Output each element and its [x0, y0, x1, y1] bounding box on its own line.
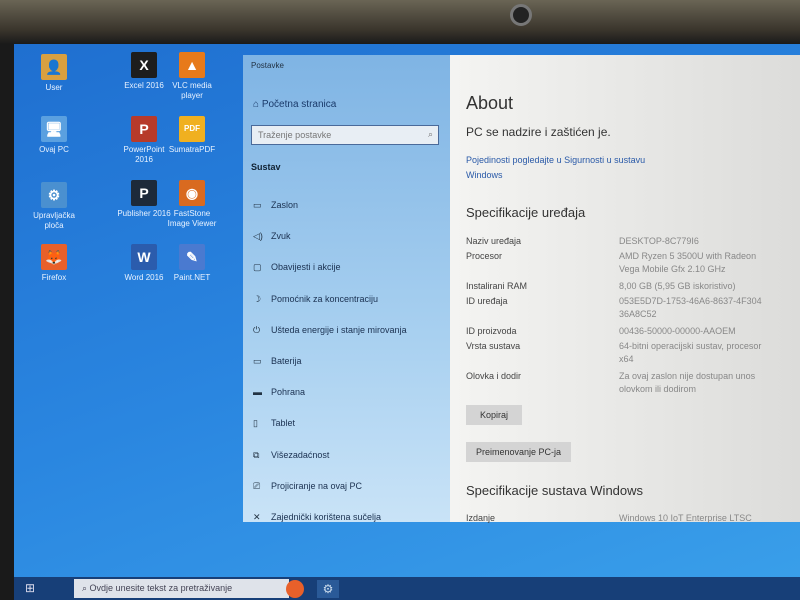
- nav-item[interactable]: ▯ Tablet: [253, 418, 295, 429]
- search-icon: ⌕: [427, 129, 433, 139]
- app-icon: W: [131, 244, 157, 270]
- nav-icon: ☽: [253, 293, 262, 304]
- nav-icon: ⧉: [253, 449, 260, 460]
- nav-item[interactable]: ✕ Zajednički korištena sučelja: [253, 512, 381, 523]
- desktop-icon-label: Ovaj PC: [39, 145, 69, 154]
- desktop-icon[interactable]: 🦊 Firefox: [24, 244, 84, 283]
- desktop-icon-label: Upravljačka ploča: [33, 211, 75, 230]
- settings-search-input[interactable]: Traženje postavke ⌕: [251, 125, 439, 145]
- nav-icon: ▭: [253, 356, 262, 366]
- nav-icon: ▯: [253, 418, 258, 429]
- desktop-icon[interactable]: 🖥 Ovaj PC: [24, 116, 84, 155]
- desktop-icon[interactable]: 👤 User: [24, 54, 84, 93]
- desktop-icon[interactable]: ✎ Paint.NET: [162, 244, 222, 283]
- desktop-icon-label: VLC media player: [172, 81, 212, 100]
- window-title: Postavke: [251, 61, 284, 70]
- app-icon: X: [131, 52, 157, 78]
- home-icon: ⌂: [253, 99, 262, 110]
- section-heading: Sustav: [251, 162, 281, 172]
- app-icon: P: [131, 116, 157, 142]
- nav-icon: ⏻: [253, 324, 261, 335]
- app-icon: 👤: [41, 54, 67, 80]
- nav-item[interactable]: ▢ Obavijesti i akcije: [253, 262, 341, 273]
- app-icon: 🖥: [41, 116, 67, 142]
- nav-item[interactable]: ▭ Zaslon: [253, 200, 298, 211]
- desktop-icon[interactable]: ▲ VLC media player: [162, 52, 222, 101]
- settings-gear-icon[interactable]: ⚙: [317, 580, 339, 598]
- nav-item[interactable]: ⎚ Projiciranje na ovaj PC: [253, 481, 362, 492]
- nav-item[interactable]: ☽ Pomoćnik za koncentraciju: [253, 294, 378, 305]
- desktop-icon-label: FastStone Image Viewer: [167, 209, 217, 228]
- desktop-icon[interactable]: PDF SumatraPDF: [162, 116, 222, 155]
- taskbar: ⊞ ⌕ Ovdje unesite tekst za pretraživanje…: [14, 577, 800, 600]
- nav-item[interactable]: ▬ Pohrana: [253, 387, 305, 397]
- nav-icon: ◁): [253, 231, 263, 242]
- nav-icon: ✕: [253, 512, 261, 522]
- nav-home[interactable]: ⌂ Početna stranica: [253, 99, 336, 110]
- security-link[interactable]: Pojedinosti pogledajte u Sigurnosti u su…: [466, 153, 666, 183]
- taskbar-search-input[interactable]: ⌕ Ovdje unesite tekst za pretraživanje: [74, 579, 289, 598]
- copy-button[interactable]: Kopiraj: [466, 405, 523, 425]
- desktop-icon-label: SumatraPDF: [168, 145, 216, 154]
- app-icon: P: [131, 180, 157, 206]
- page-title: About: [466, 93, 514, 113]
- app-icon: PDF: [179, 116, 205, 142]
- desktop-icon[interactable]: ◉ FastStone Image Viewer: [162, 180, 222, 229]
- app-icon: 🦊: [41, 244, 67, 270]
- security-status: PC se nadzire i zaštićen je.: [466, 125, 611, 139]
- nav-icon: ▢: [253, 262, 262, 273]
- settings-window: Postavke ⌂ Početna stranica Traženje pos…: [243, 55, 800, 523]
- desktop-icon-label: Paint.NET: [173, 273, 211, 282]
- windows-start-icon[interactable]: ⊞: [14, 577, 46, 600]
- desktop-icon[interactable]: ⚙ Upravljačka ploča: [24, 182, 84, 231]
- search-icon: ⌕: [82, 583, 90, 593]
- desktop-icon-label: User: [45, 83, 63, 92]
- nav-icon: ▬: [253, 387, 262, 398]
- webcam: [510, 4, 532, 26]
- desktop-icon-label: Firefox: [41, 273, 67, 282]
- about-pane: About PC se nadzire i zaštićen je. Pojed…: [450, 55, 800, 523]
- nav-item[interactable]: ◁) Zvuk: [253, 231, 291, 242]
- nav-item[interactable]: ▭ Baterija: [253, 356, 302, 367]
- firefox-taskbar-icon[interactable]: [286, 580, 304, 598]
- app-icon: ◉: [179, 180, 205, 206]
- windows-spec-heading: Specifikacije sustava Windows: [466, 483, 644, 498]
- nav-icon: ▭: [253, 200, 262, 210]
- app-icon: ✎: [179, 244, 205, 270]
- app-icon: ⚙: [41, 182, 67, 208]
- nav-icon: ⎚: [253, 480, 261, 491]
- settings-nav-pane: Postavke ⌂ Početna stranica Traženje pos…: [243, 55, 450, 522]
- app-icon: ▲: [179, 52, 205, 78]
- rename-pc-button[interactable]: Preimenovanje PC-ja: [466, 442, 572, 462]
- device-spec-heading: Specifikacije uređaja: [466, 205, 586, 220]
- nav-item[interactable]: ⧉ Višezadaćnost: [253, 450, 329, 461]
- nav-item[interactable]: ⏻ Ušteda energije i stanje mirovanja: [253, 325, 407, 336]
